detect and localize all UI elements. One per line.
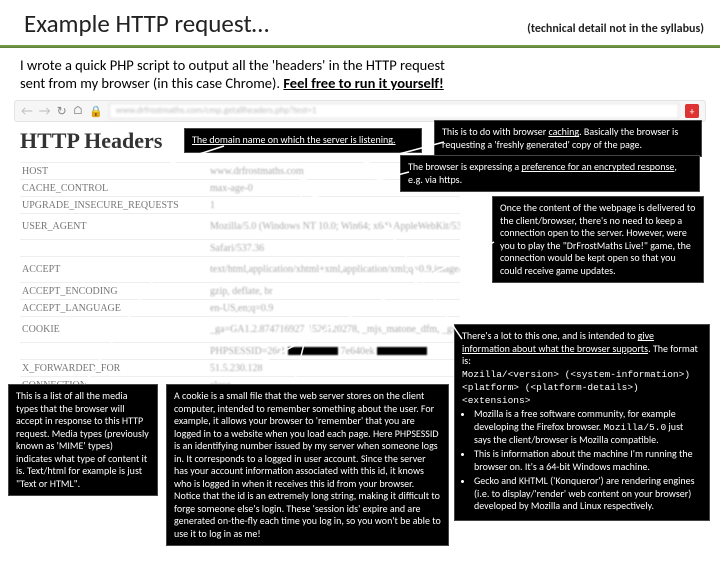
intro-line1: I wrote a quick PHP script to output all… bbox=[20, 56, 445, 74]
table-row: USER_AGENTMozilla/5.0 (Windows NT 10.0; … bbox=[20, 213, 460, 239]
intro-line2a: sent from my browser (in this case Chrom… bbox=[20, 74, 283, 92]
ua-li1: Mozilla is a free software community, fo… bbox=[474, 408, 702, 446]
headers-table: HOSTwww.drfrostmaths.comCACHE_CONTROLmax… bbox=[20, 162, 460, 393]
reload-icon[interactable]: ↻ bbox=[57, 104, 67, 119]
callout-domain: The domain name on which the server is l… bbox=[184, 128, 422, 153]
callout-useragent: There's a lot to this one, and is intend… bbox=[454, 324, 710, 521]
table-row: ACCEPT_ENCODINGgzip, deflate, br bbox=[20, 282, 460, 299]
http-headers-heading: HTTP Headers bbox=[20, 128, 162, 154]
extension-icon[interactable]: + bbox=[685, 104, 699, 118]
callout-cookie: A cookie is a small file that the web se… bbox=[166, 384, 449, 546]
table-row: X_FORWARDED_FOR51.5.230.128 bbox=[20, 359, 460, 376]
main-area: HTTP Headers HOSTwww.drfrostmaths.comCAC… bbox=[14, 124, 714, 564]
intro-text: I wrote a quick PHP script to output all… bbox=[0, 48, 720, 96]
ua-li2: This is information about the machine I'… bbox=[474, 448, 702, 473]
table-row: HOSTwww.drfrostmaths.com bbox=[20, 162, 460, 179]
callout-connection: Once the content of the webpage is deliv… bbox=[492, 196, 704, 283]
back-icon[interactable]: ← bbox=[21, 104, 33, 119]
ua-li3: Gecko and KHTML ('Konqueror') are render… bbox=[474, 475, 702, 513]
home-icon[interactable]: ⌂ bbox=[73, 104, 84, 118]
lock-icon: 🔒 bbox=[89, 105, 103, 118]
table-row: ACCEPT_LANGUAGEen-US,en;q=0.9 bbox=[20, 299, 460, 316]
table-row: UPGRADE_INSECURE_REQUESTS1 bbox=[20, 196, 460, 213]
browser-toolbar: ← → ↻ ⌂ 🔒 www.drfrostmaths.com/cmp.getal… bbox=[14, 100, 706, 122]
table-row: ACCEPTtext/html,application/xhtml+xml,ap… bbox=[20, 256, 460, 282]
slide-title: Example HTTP request… bbox=[24, 8, 269, 39]
table-row: COOKIE_ga=GA1.2.874716927.1526120278, _m… bbox=[20, 316, 460, 342]
table-row: CACHE_CONTROLmax-age-0 bbox=[20, 179, 460, 196]
callout-upgrade: The browser is expressing a preference f… bbox=[400, 155, 700, 192]
callout-cache: This is to do with browser caching. Basi… bbox=[434, 120, 702, 157]
forward-icon[interactable]: → bbox=[39, 104, 51, 119]
url-bar[interactable]: www.drfrostmaths.com/cmp.getallheaders.p… bbox=[109, 103, 679, 119]
table-row: Safari/537.36 bbox=[20, 239, 460, 256]
table-row: PHPSESSID=26r1 7e640ek bbox=[20, 342, 460, 359]
callout-accept: This is a list of all the media types th… bbox=[8, 384, 158, 496]
title-bar: Example HTTP request… (technical detail … bbox=[0, 0, 720, 45]
intro-line2b: Feel free to run it yourself! bbox=[283, 74, 443, 92]
slide-subtitle: (technical detail not in the syllabus) bbox=[527, 22, 704, 36]
